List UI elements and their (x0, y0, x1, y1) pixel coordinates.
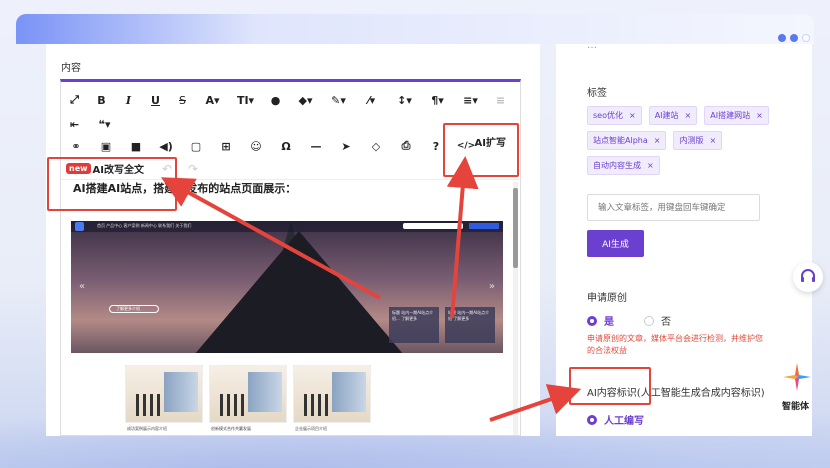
annotation-arrows (160, 156, 582, 422)
arrow-to-expand (446, 156, 479, 319)
arrow-to-identify (489, 384, 582, 422)
arrow-to-rewrite (160, 177, 381, 300)
